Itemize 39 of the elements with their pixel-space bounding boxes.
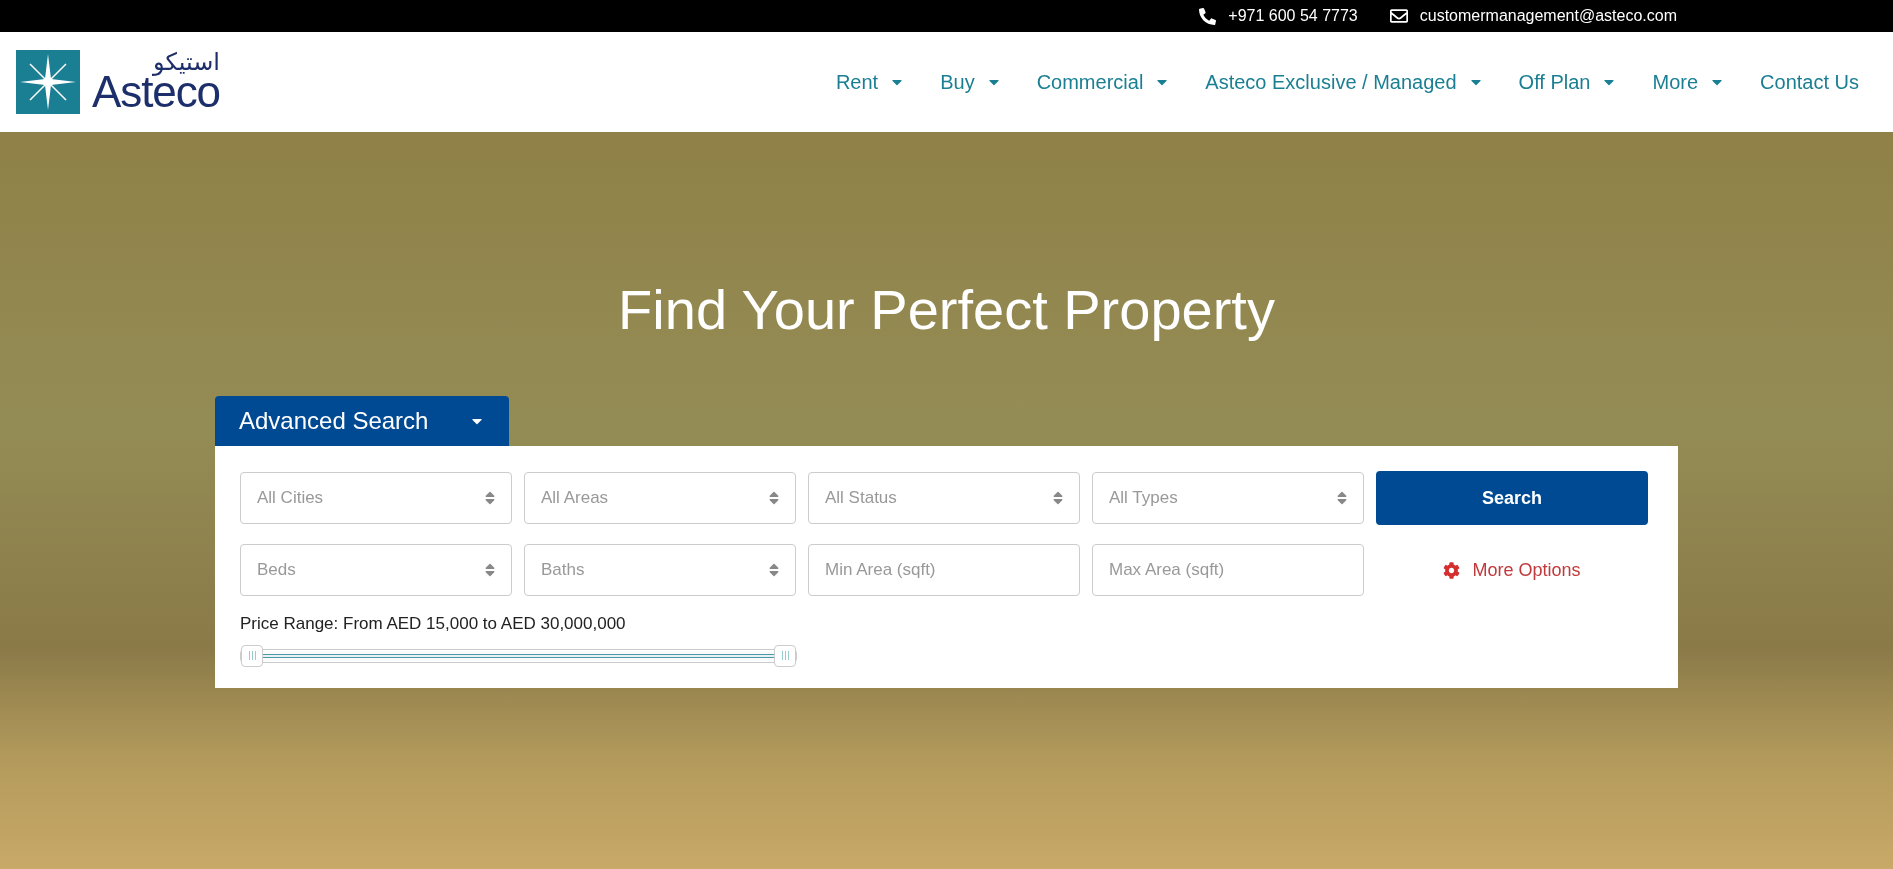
slider-handle[interactable]: [241, 644, 263, 667]
select-field[interactable]: Baths: [524, 544, 796, 596]
advanced-search-tab[interactable]: Advanced Search: [215, 396, 509, 446]
sort-arrows-icon: [769, 562, 779, 578]
sort-arrows-icon: [1337, 490, 1347, 506]
phone-link[interactable]: +971 600 54 7773: [1228, 4, 1358, 28]
nav-link[interactable]: Off Plan: [1518, 67, 1617, 97]
select-placeholder: Baths: [541, 559, 585, 582]
nav-link[interactable]: Buy: [940, 67, 1001, 97]
email-link[interactable]: customermanagement@asteco.com: [1419, 4, 1677, 28]
select-field[interactable]: Beds: [240, 544, 512, 596]
gear-icon: [1443, 561, 1461, 579]
select-placeholder: All Status: [825, 487, 897, 510]
sort-arrows-icon: [485, 562, 495, 578]
envelope-icon: [1389, 7, 1408, 25]
input-field[interactable]: Min Area (sqft): [808, 544, 1080, 596]
select-placeholder: All Areas: [541, 487, 609, 510]
phone-icon: [1199, 7, 1217, 25]
search-button[interactable]: Search: [1376, 471, 1648, 525]
logo-icon: [16, 50, 80, 114]
sort-arrows-icon: [1053, 490, 1063, 506]
nav-link[interactable]: More: [1652, 67, 1725, 97]
nav-link[interactable]: Commercial: [1036, 67, 1170, 97]
slider-handle[interactable]: [774, 644, 796, 667]
input-field[interactable]: Max Area (sqft): [1092, 544, 1364, 596]
more-options-link[interactable]: More Options: [1376, 556, 1648, 584]
price-range-label: Price Range: From AED 15,000 to AED 30,000,000: [240, 613, 627, 635]
select-field[interactable]: All Cities: [240, 472, 512, 524]
sort-arrows-icon: [485, 490, 495, 506]
select-placeholder: All Types: [1109, 487, 1178, 510]
sort-arrows-icon: [769, 490, 779, 506]
nav-link[interactable]: Contact Us: [1760, 67, 1859, 97]
select-field[interactable]: All Types: [1092, 472, 1364, 524]
nav-link[interactable]: Asteco Exclusive / Managed: [1205, 67, 1483, 97]
select-field[interactable]: All Areas: [524, 472, 796, 524]
select-placeholder: All Cities: [257, 487, 324, 510]
select-field[interactable]: All Status: [808, 472, 1080, 524]
select-placeholder: Beds: [257, 559, 296, 582]
nav-link[interactable]: Rent: [835, 67, 905, 97]
